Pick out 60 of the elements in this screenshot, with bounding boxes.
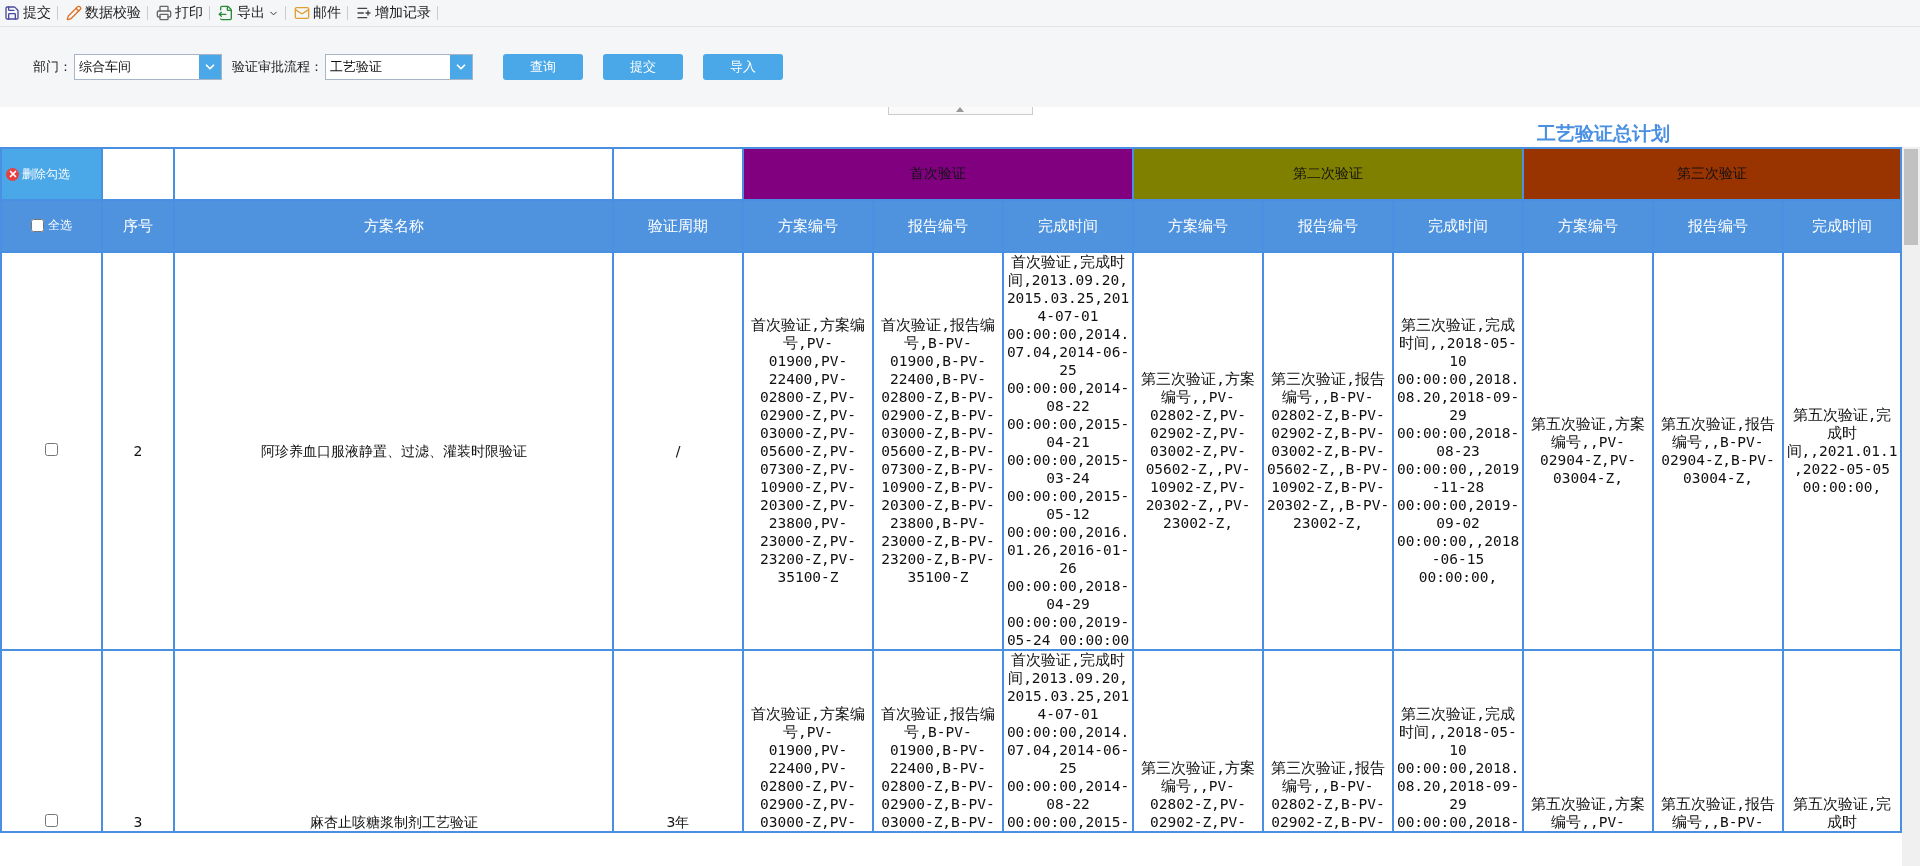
table-cell: 第三次验证,方案编号,,PV-02802-Z,PV-02902-Z,PV-	[1133, 650, 1263, 832]
table-cell: 第五次验证,方案编号,,PV-02904-Z,PV-03004-Z,	[1523, 252, 1653, 650]
toolbar-button[interactable]: 打印	[154, 6, 210, 20]
table-cell: 第三次验证,完成时间,,2018-05-10 00:00:00,2018.08.20,2018-09-29 00:00:00,2018-	[1393, 650, 1523, 832]
column-header: 方案名称	[174, 200, 613, 252]
envelope-icon	[294, 5, 310, 21]
select-all-label: 全选	[48, 216, 72, 234]
column-header: 报告编号	[873, 200, 1003, 252]
column-header: 完成时间	[1393, 200, 1523, 252]
table-cell: /	[613, 252, 743, 650]
column-header: 完成时间	[1003, 200, 1133, 252]
column-header: 方案编号	[1523, 200, 1653, 252]
table-cell: 3年	[613, 650, 743, 832]
close-icon	[7, 169, 18, 179]
filter-label: 部门：	[33, 58, 72, 76]
table-cell: 第三次验证,完成时间,,2018-05-10 00:00:00,2018.08.20,2018-09-29 00:00:00,2018-08-23 00:00:00,,2019-11-28 00:00:00,2019-09-02 00:00:00,,2018-06-15 00:00:00,	[1393, 252, 1523, 650]
column-header: 序号	[102, 200, 174, 252]
table-cell: 第五次验证,报告编号,,B-PV-	[1653, 650, 1783, 832]
dropdown-field[interactable]: 综合车间	[74, 54, 222, 80]
row-checkbox[interactable]	[45, 443, 58, 456]
filter-label: 验证审批流程：	[232, 58, 323, 76]
table-cell: 首次验证,报告编号,B-PV-01900,B-PV-22400,B-PV-02800-Z,B-PV-02900-Z,B-PV-03000-Z,B-PV-05600-Z,B-PV-07300-Z,B-PV-10900-Z,B-PV-20300-Z,B-PV-23800,B-PV-23000-Z,B-PV-23200-Z,B-PV-35100-Z	[873, 252, 1003, 650]
export-file-icon	[218, 5, 234, 21]
report-title: 工艺验证总计划	[1537, 121, 1670, 146]
table-cell: 3	[102, 650, 174, 832]
table-cell: 第五次验证,方案编号,,PV-	[1523, 650, 1653, 832]
column-header: 方案编号	[1133, 200, 1263, 252]
column-header: 方案编号	[743, 200, 873, 252]
table-cell: 第三次验证,报告编号,,B-PV-02802-Z,B-PV-02902-Z,B-PV-	[1263, 650, 1393, 832]
printer-icon	[156, 5, 172, 21]
table-cell: 第三次验证,方案编号,,PV-02802-Z,PV-02902-Z,PV-03002-Z,PV-05602-Z,,PV-10902-Z,PV-20302-Z,,PV-23002-Z,	[1133, 252, 1263, 650]
table-cell: 首次验证,方案编号,PV-01900,PV-22400,PV-02800-Z,PV-02900-Z,PV-03000-Z,PV-	[743, 650, 873, 832]
dropdown-field[interactable]: 工艺验证	[325, 54, 473, 80]
select-all-checkbox[interactable]	[31, 218, 44, 232]
table-cell: 首次验证,完成时间,2013.09.20,2015.03.25,2014-07-01 00:00:00,2014.07.04,2014-06-25 00:00:00,2014-08-22 00:00:00,2015-	[1003, 650, 1133, 832]
table-cell: 第五次验证,报告编号,,B-PV-02904-Z,B-PV-03004-Z,	[1653, 252, 1783, 650]
group-header: 第二次验证	[1133, 148, 1523, 200]
table-cell: 2	[102, 252, 174, 650]
table-cell: 首次验证,方案编号,PV-01900,PV-22400,PV-02800-Z,PV-02900-Z,PV-03000-Z,PV-05600-Z,PV-07300-Z,PV-10900-Z,PV-20300-Z,PV-23800,PV-23000-Z,PV-23200-Z,PV-35100-Z	[743, 252, 873, 650]
toolbar-button[interactable]: 提交	[2, 6, 58, 20]
table-cell: 阿珍养血口服液静置、过滤、灌装时限验证	[174, 252, 613, 650]
scrollbar[interactable]	[1902, 147, 1920, 866]
column-header: 报告编号	[1653, 200, 1783, 252]
toolbar-button[interactable]: 数据校验	[64, 6, 148, 20]
pencil-icon	[66, 5, 82, 21]
table-cell: 首次验证,完成时间,2013.09.20,2015.03.25,2014-07-01 00:00:00,2014.07.04,2014-06-25 00:00:00,2014-08-22 00:00:00,2015-04-21 00:00:00,2015-03-24 00:00:00,2015-05-12 00:00:00,2016.01.26,2016-01-26 00:00:00,2018-04-29 00:00:00,2019-05-24 00:00:00	[1003, 252, 1133, 650]
add-record-icon	[356, 5, 372, 21]
toolbar-button[interactable]: 增加记录	[354, 6, 438, 20]
table-cell: 第三次验证,报告编号,,B-PV-02802-Z,B-PV-02902-Z,B-PV-03002-Z,B-PV-05602-Z,,B-PV-10902-Z,B-PV-20302-Z,,B-PV-23002-Z,	[1263, 252, 1393, 650]
group-header: 首次验证	[743, 148, 1133, 200]
row-checkbox[interactable]	[45, 814, 58, 827]
group-header: 第三次验证	[1523, 148, 1901, 200]
collapse-handle[interactable]	[887, 107, 1033, 115]
column-header: 验证周期	[613, 200, 743, 252]
column-header: 完成时间	[1783, 200, 1901, 252]
toolbar-button[interactable]: 邮件	[292, 6, 348, 20]
table-cell: 麻杏止咳糖浆制剂工艺验证	[174, 650, 613, 832]
column-header: 报告编号	[1263, 200, 1393, 252]
table-cell: 首次验证,报告编号,B-PV-01900,B-PV-22400,B-PV-02800-Z,B-PV-02900-Z,B-PV-03000-Z,B-PV-	[873, 650, 1003, 832]
toolbar-button[interactable]: 导出	[216, 6, 286, 20]
